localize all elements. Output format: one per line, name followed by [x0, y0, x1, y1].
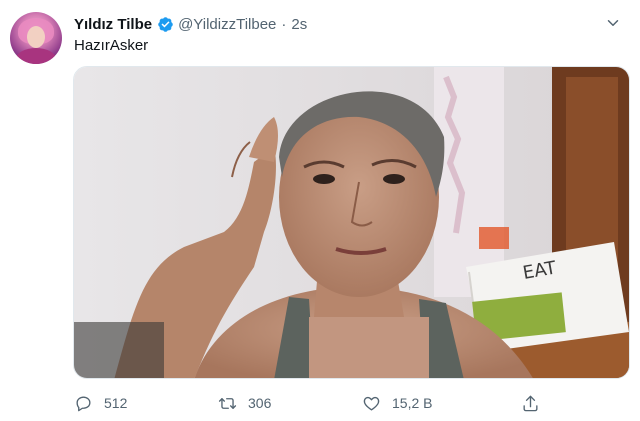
- retweet-icon: [218, 397, 237, 409]
- more-button[interactable]: [600, 10, 626, 36]
- tweet-photo[interactable]: EAT: [73, 66, 630, 379]
- share-button[interactable]: [521, 391, 551, 415]
- handle[interactable]: @YildizzTilbee: [178, 16, 276, 33]
- tweet-header: Yıldız Tilbe @YildizzTilbee · 2s: [74, 13, 307, 35]
- photo-image: EAT: [74, 67, 629, 378]
- heart-icon: [363, 396, 380, 411]
- reply-count: 512: [104, 395, 128, 411]
- like-button[interactable]: 15,2 B: [362, 391, 432, 415]
- avatar[interactable]: [10, 12, 62, 64]
- reply-button[interactable]: 512: [74, 391, 127, 415]
- separator: ·: [281, 15, 287, 33]
- chevron-down-icon: [607, 20, 619, 26]
- avatar-face: [27, 26, 45, 48]
- avatar-dress: [16, 48, 56, 64]
- timestamp[interactable]: 2s: [291, 16, 307, 33]
- retweet-button[interactable]: 306: [218, 391, 271, 415]
- display-name[interactable]: Yıldız Tilbe: [74, 16, 152, 33]
- verified-badge-icon: [157, 16, 174, 33]
- retweet-count: 306: [248, 395, 272, 411]
- reply-icon: [76, 395, 91, 411]
- like-count: 15,2 B: [392, 395, 433, 411]
- tweet-text: HazırAsker: [74, 37, 149, 54]
- action-bar: 512 306 15,2 B: [74, 391, 554, 415]
- share-icon: [523, 395, 538, 411]
- tweet[interactable]: Yıldız Tilbe @YildizzTilbee · 2s HazırAs…: [0, 0, 640, 421]
